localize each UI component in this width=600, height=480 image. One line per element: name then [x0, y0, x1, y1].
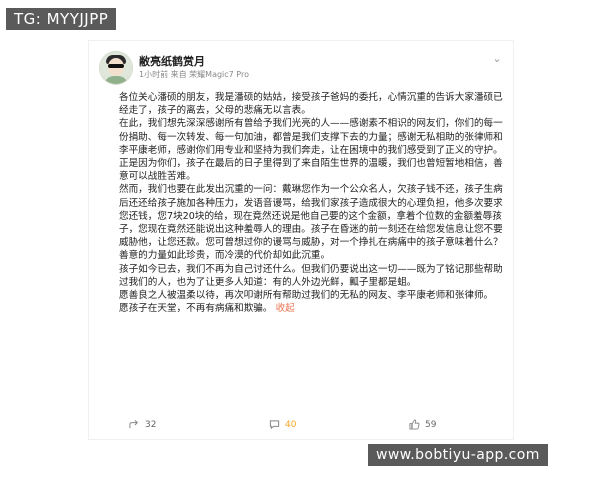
- paragraph: 愿善良之人被温柔以待，再次叩谢所有帮助过我们的无私的网友、李平康老师和张律师。: [119, 290, 494, 302]
- comment-count: 40: [285, 419, 297, 430]
- thumbs-up-icon: [409, 419, 420, 430]
- last-line-text: 愿孩子在天堂，不再有病痛和欺骗。: [119, 303, 273, 315]
- watermark-bottom: www.bobtiyu-app.com: [368, 444, 548, 466]
- avatar[interactable]: [99, 51, 133, 85]
- username[interactable]: 敝亮纸鹤赏月: [139, 53, 205, 69]
- like-count: 59: [425, 419, 437, 430]
- collapse-link[interactable]: 收起: [276, 303, 295, 314]
- comment-button[interactable]: 40: [269, 419, 296, 430]
- share-button[interactable]: 32: [129, 419, 156, 430]
- paragraph: 然而，我们也要在此发出沉重的一问：戴琳您作为一个公众名人，欠孩子钱不还，孩子生病…: [119, 184, 503, 249]
- paragraph-last: 愿孩子在天堂，不再有病痛和欺骗。 收起: [119, 302, 505, 315]
- watermark-top: TG: MYYJJPP: [6, 8, 117, 30]
- chevron-down-icon[interactable]: ⌄: [491, 53, 503, 65]
- weibo-post-card: 敝亮纸鹤赏月 1小时前 来自 荣耀Magic7 Pro ⌄ 各位关心潘硕的朋友，…: [88, 40, 514, 440]
- share-count: 32: [145, 419, 157, 430]
- comment-icon: [269, 420, 280, 430]
- paragraph: 孩子如今已去，我们不再为自己讨还什么。但我们仍要说出这一切——既为了铭记那些帮助…: [119, 263, 503, 288]
- post-body: 各位关心潘硕的朋友，我是潘硕的姑姑，接受孩子爸妈的委托，心情沉重的告诉大家潘硕已…: [119, 91, 505, 315]
- post-meta: 1小时前 来自 荣耀Magic7 Pro: [139, 70, 250, 79]
- paragraph: 善意的力量如此珍贵，而冷漠的代价却如此沉重。: [119, 250, 331, 262]
- paragraph: 各位关心潘硕的朋友，我是潘硕的姑姑，接受孩子爸妈的委托，心情沉重的告诉大家潘硕已…: [119, 92, 503, 117]
- action-bar: 32 40 59: [119, 419, 505, 433]
- share-icon: [129, 420, 138, 429]
- paragraph: 在此，我们想先深深感谢所有曾给予我们光亮的人——感谢素不相识的网友们，你们的每一…: [119, 118, 503, 156]
- paragraph: 正是因为你们，孩子在最后的日子里得到了来自陌生世界的温暖，我们也曾短暂地相信，善…: [119, 158, 503, 183]
- like-button[interactable]: 59: [409, 419, 436, 430]
